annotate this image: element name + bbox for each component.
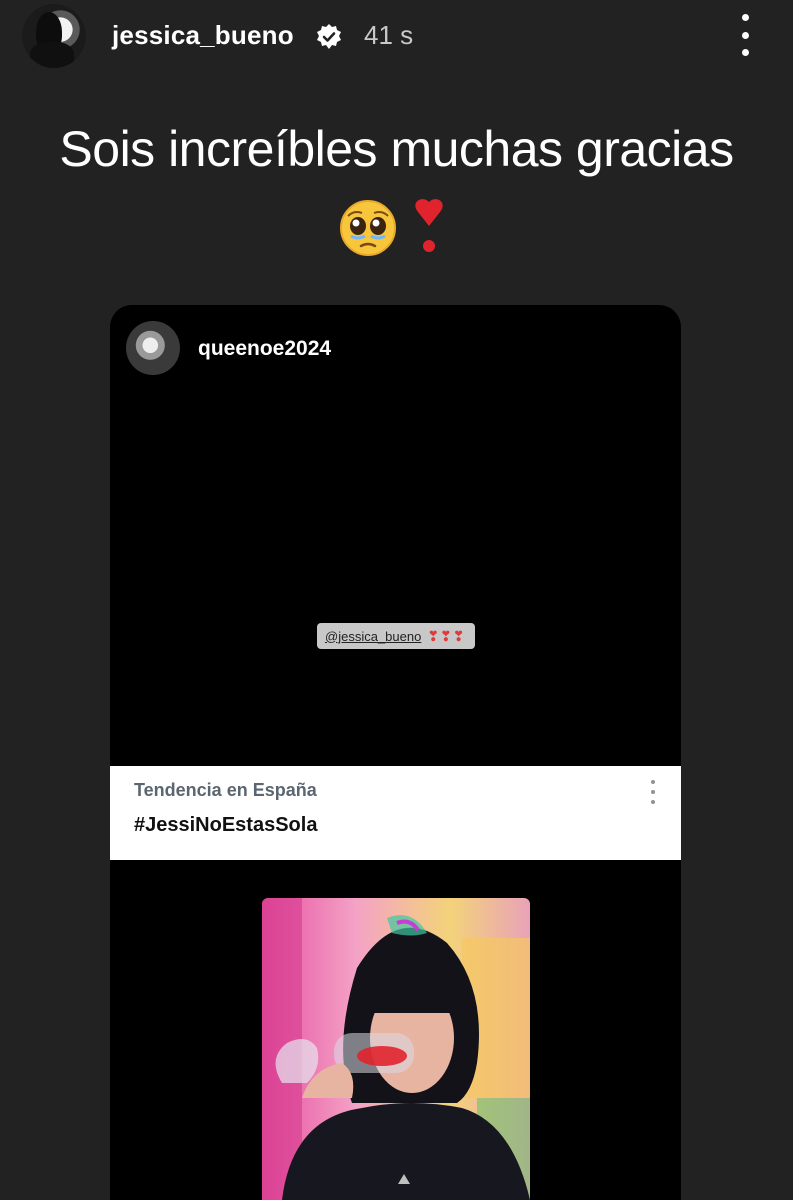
woman-drinking-photo (262, 898, 530, 1200)
story-username[interactable]: jessica_bueno (112, 20, 294, 51)
trending-card: Tendencia en España #JessiNoEstasSola (110, 766, 681, 860)
profile-avatar[interactable] (22, 4, 86, 68)
story-timestamp: 41 s (364, 20, 414, 50)
mention-text: @jessica_bueno (325, 628, 422, 644)
shared-post-avatar[interactable] (126, 321, 180, 375)
trend-more-icon (648, 780, 658, 804)
story-caption: Sois increíbles muchas gracias (59, 121, 734, 177)
mention-hearts: ❣❣❣ (427, 627, 466, 644)
shared-post-card[interactable]: queenoe2024 @jessica_bueno ❣❣❣ Tendencia… (110, 305, 681, 1200)
more-options-icon[interactable] (732, 14, 758, 56)
trend-label: Tendencia en España (134, 780, 317, 800)
heart-exclamation-emoji (415, 199, 443, 252)
caption-emojis (340, 199, 443, 256)
verified-badge-icon (317, 24, 341, 49)
pleading-face-emoji (340, 200, 396, 256)
mention-sticker[interactable]: @jessica_bueno ❣❣❣ (317, 623, 475, 649)
story-header: jessica_bueno 41 s (0, 0, 793, 72)
trend-hashtag: #JessiNoEstasSola (134, 814, 318, 836)
shared-post-username[interactable]: queenoe2024 (198, 337, 331, 361)
